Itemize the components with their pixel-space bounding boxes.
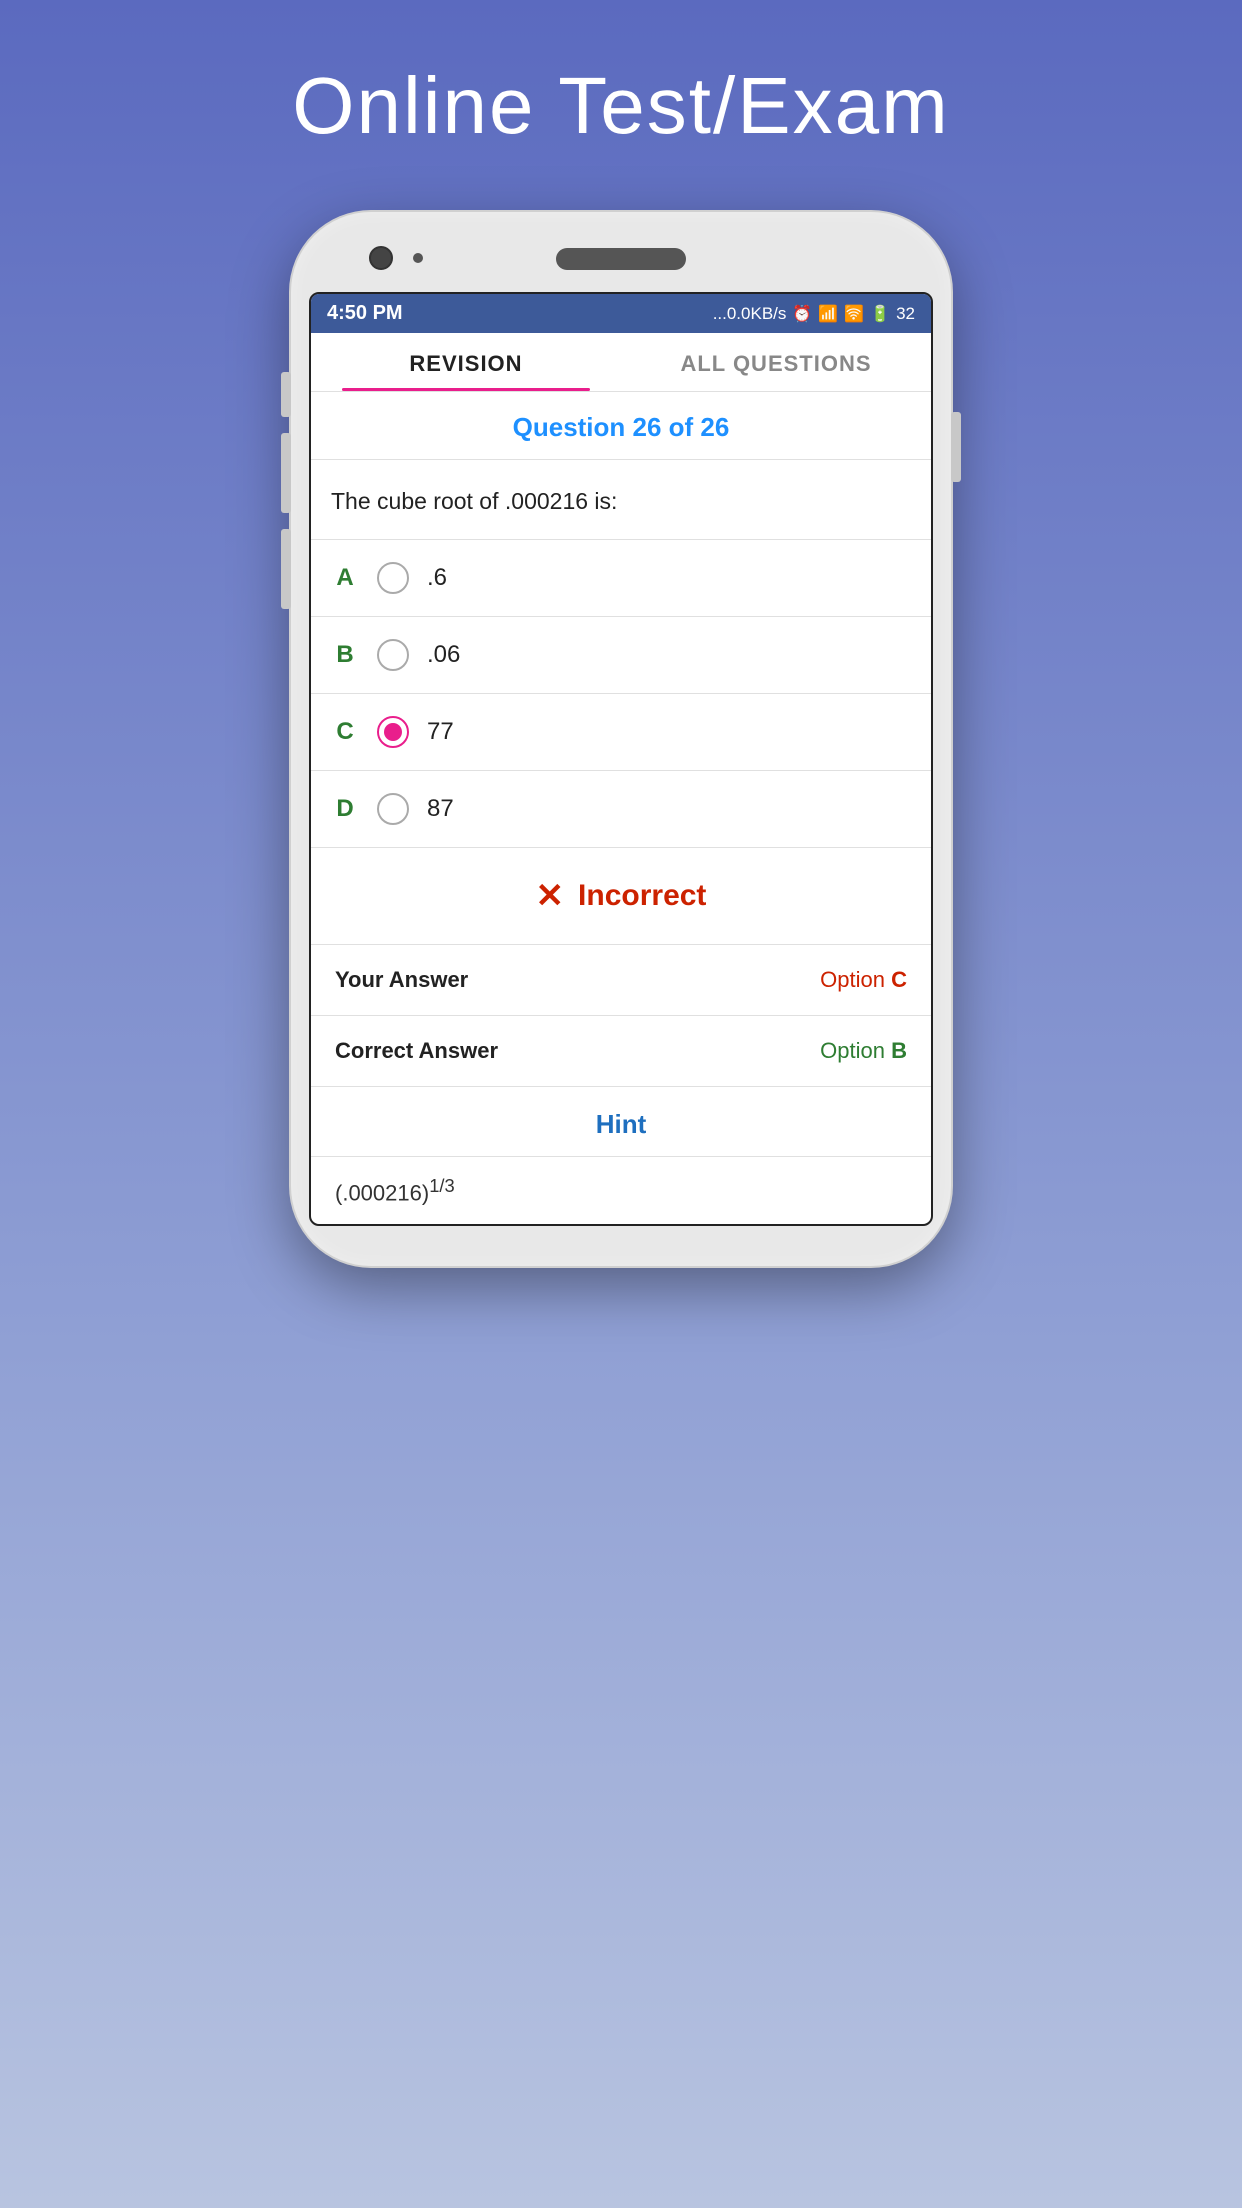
wifi-icon: 🛜	[844, 304, 864, 324]
phone-speaker	[556, 248, 686, 270]
phone-side-right	[951, 412, 961, 482]
option-c[interactable]: C 77	[311, 694, 931, 771]
battery-icon: 🔋	[870, 304, 890, 324]
option-b[interactable]: B .06	[311, 617, 931, 694]
option-a-radio[interactable]	[377, 562, 409, 594]
front-camera	[369, 246, 393, 270]
battery-level: 32	[896, 304, 915, 324]
option-c-letter: C	[331, 718, 359, 746]
option-d-text: 87	[427, 795, 454, 823]
hint-label[interactable]: Hint	[596, 1109, 647, 1139]
status-time: 4:50 PM	[327, 302, 403, 325]
correct-answer-letter: B	[891, 1038, 907, 1063]
volume-silent-button	[281, 372, 291, 417]
option-d-radio[interactable]	[377, 793, 409, 825]
your-answer-label: Your Answer	[335, 967, 468, 993]
volume-up-button	[281, 433, 291, 513]
phone-screen: 4:50 PM ...0.0KB/s ⏰ 📶 🛜 🔋 32 REVISION A…	[309, 292, 933, 1226]
data-speed: ...0.0KB/s	[713, 304, 787, 324]
volume-down-button	[281, 529, 291, 609]
page-title: Online Test/Exam	[292, 60, 949, 152]
option-a-letter: A	[331, 564, 359, 592]
options-list: A .6 B .06 C 77 D 87	[311, 540, 931, 848]
result-area: ✕ Incorrect	[311, 848, 931, 945]
result-icon: ✕	[536, 876, 565, 916]
your-answer-row: Your Answer Option C	[311, 945, 931, 1016]
tab-revision[interactable]: REVISION	[311, 333, 621, 391]
hint-area[interactable]: Hint	[311, 1087, 931, 1157]
phone-shell: 4:50 PM ...0.0KB/s ⏰ 📶 🛜 🔋 32 REVISION A…	[291, 212, 951, 1266]
option-a[interactable]: A .6	[311, 540, 931, 617]
camera-row	[369, 246, 423, 270]
your-answer-value: Option C	[820, 967, 907, 993]
signal-icon: 📶	[818, 304, 838, 324]
option-c-text: 77	[427, 718, 454, 746]
correct-answer-label: Correct Answer	[335, 1038, 498, 1064]
phone-top	[309, 230, 933, 280]
question-header: Question 26 of 26	[311, 392, 931, 460]
result-text: Incorrect	[578, 879, 706, 913]
question-number: Question 26 of 26	[513, 412, 730, 442]
option-b-radio[interactable]	[377, 639, 409, 671]
alarm-icon: ⏰	[792, 304, 812, 324]
status-bar: 4:50 PM ...0.0KB/s ⏰ 📶 🛜 🔋 32	[311, 294, 931, 333]
option-a-text: .6	[427, 564, 447, 592]
correct-answer-row: Correct Answer Option B	[311, 1016, 931, 1087]
tab-bar: REVISION ALL QUESTIONS	[311, 333, 931, 392]
correct-answer-value: Option B	[820, 1038, 907, 1064]
power-button	[951, 412, 961, 482]
hint-content: (.000216)1/3	[311, 1157, 931, 1224]
option-c-radio[interactable]	[377, 716, 409, 748]
option-d-letter: D	[331, 795, 359, 823]
option-b-letter: B	[331, 641, 359, 669]
phone-side-left	[281, 372, 291, 609]
tab-all-questions[interactable]: ALL QUESTIONS	[621, 333, 931, 391]
status-icons: ...0.0KB/s ⏰ 📶 🛜 🔋 32	[713, 304, 915, 324]
question-text: The cube root of .000216 is:	[311, 460, 931, 540]
your-answer-letter: C	[891, 967, 907, 992]
option-b-text: .06	[427, 641, 460, 669]
option-d[interactable]: D 87	[311, 771, 931, 848]
sensor-dot	[413, 253, 423, 263]
